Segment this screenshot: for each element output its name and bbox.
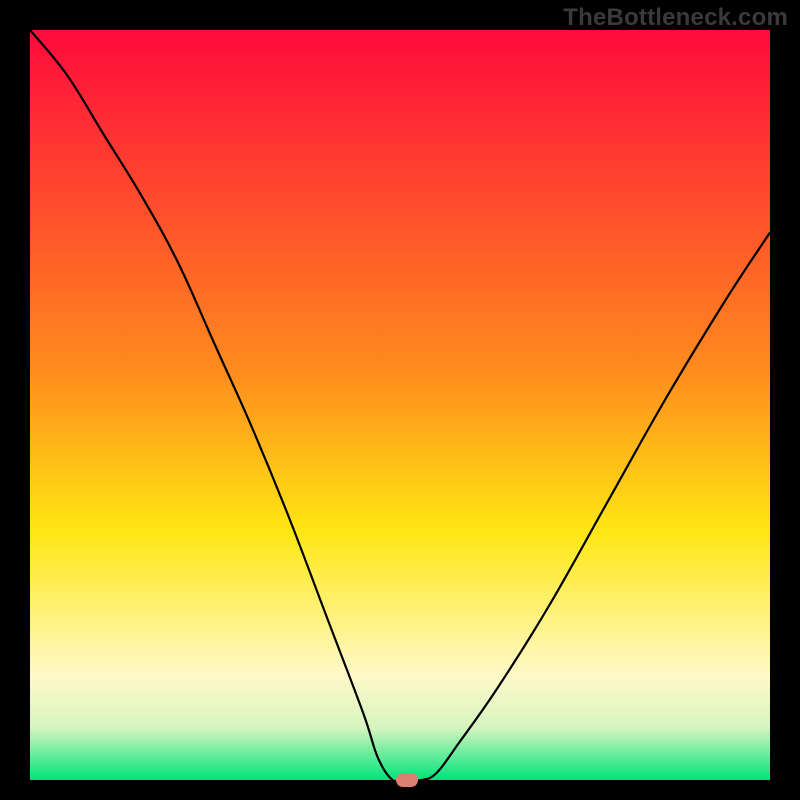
chart-frame: TheBottleneck.com — [0, 0, 800, 800]
gradient-rect — [30, 30, 770, 780]
watermark-text: TheBottleneck.com — [563, 4, 788, 32]
bottleneck-plot — [30, 30, 770, 780]
